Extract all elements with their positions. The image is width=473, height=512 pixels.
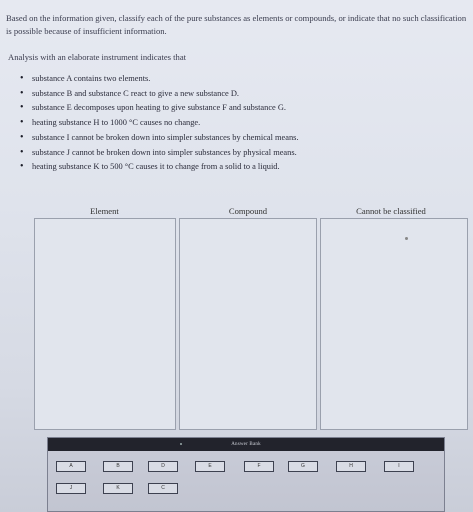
cannot-classify-column-title: Cannot be classified bbox=[356, 206, 426, 216]
answer-chip-b[interactable]: B bbox=[103, 461, 133, 472]
statement-item: heating substance K to 500 °C causes it … bbox=[20, 160, 299, 175]
answer-chip-j[interactable]: J bbox=[56, 483, 86, 494]
answer-chip-d[interactable]: D bbox=[148, 461, 178, 472]
answer-chip-i[interactable]: I bbox=[384, 461, 414, 472]
compound-column-title: Compound bbox=[228, 206, 268, 216]
statement-item: substance B and substance C react to giv… bbox=[20, 87, 299, 102]
statement-item: substance A contains two elements. bbox=[20, 72, 299, 87]
statement-item: substance E decomposes upon heating to g… bbox=[20, 101, 299, 116]
element-column-title: Element bbox=[90, 206, 119, 216]
cannot-classify-drop-zone[interactable] bbox=[320, 218, 468, 430]
answer-chip-e[interactable]: E bbox=[195, 461, 225, 472]
answer-chip-a[interactable]: A bbox=[56, 461, 86, 472]
answer-bank: Answer Bank A B D E F G H I J K C bbox=[47, 437, 445, 512]
answer-chip-c[interactable]: C bbox=[148, 483, 178, 494]
statement-item: substance I cannot be broken down into s… bbox=[20, 131, 299, 146]
decorative-dot bbox=[180, 443, 182, 445]
statement-item: heating substance H to 1000 °C causes no… bbox=[20, 116, 299, 131]
answer-bank-title: Answer Bank bbox=[48, 438, 444, 451]
answer-chip-h[interactable]: H bbox=[336, 461, 366, 472]
element-drop-zone[interactable] bbox=[34, 218, 176, 430]
mouse-cursor-dot bbox=[405, 237, 408, 240]
compound-drop-zone[interactable] bbox=[179, 218, 317, 430]
answer-chip-g[interactable]: G bbox=[288, 461, 318, 472]
statement-list: substance A contains two elements. subst… bbox=[20, 72, 299, 175]
answer-chip-k[interactable]: K bbox=[103, 483, 133, 494]
analysis-intro: Analysis with an elaborate instrument in… bbox=[8, 52, 187, 62]
instructions-text: Based on the information given, classify… bbox=[6, 13, 467, 36]
statement-item: substance J cannot be broken down into s… bbox=[20, 146, 299, 161]
answer-chip-f[interactable]: F bbox=[244, 461, 274, 472]
